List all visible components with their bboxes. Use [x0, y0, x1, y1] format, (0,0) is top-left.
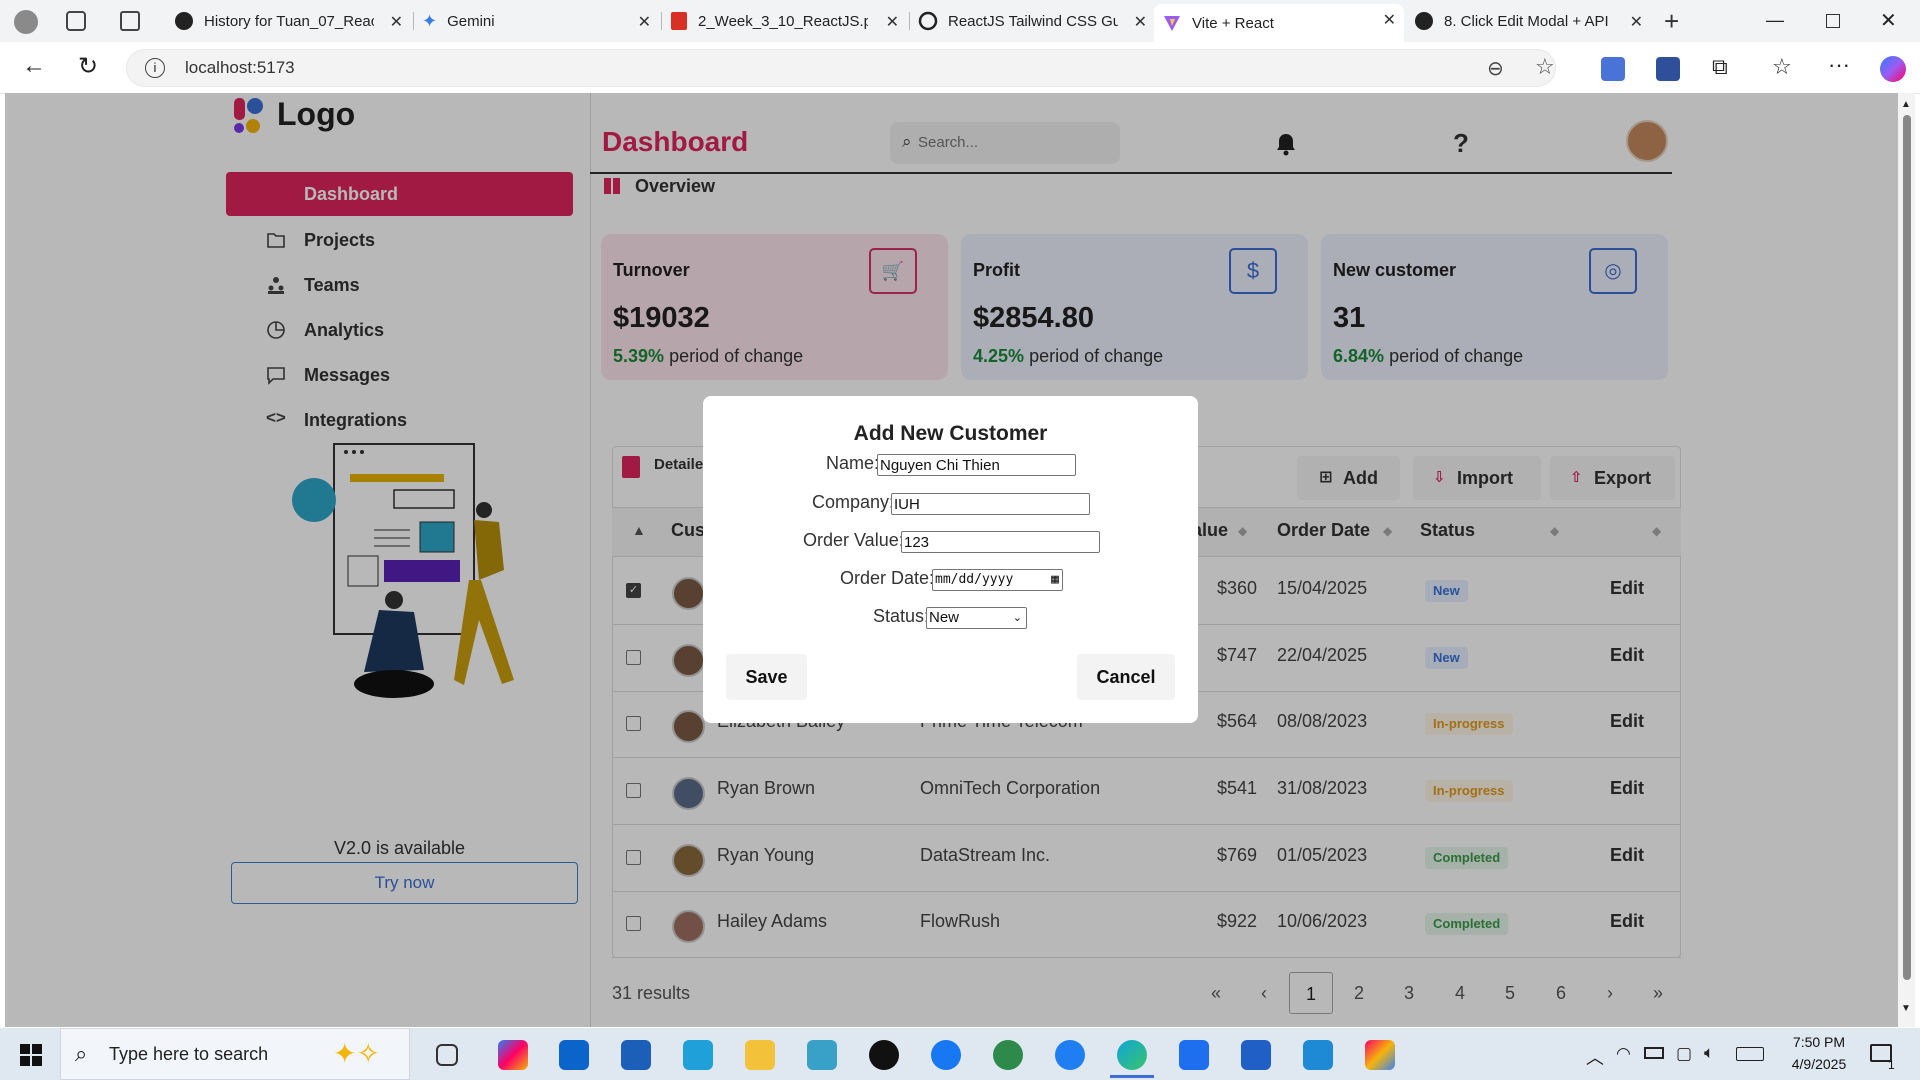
extension-icon[interactable] — [1656, 57, 1680, 81]
tab-actions-icon[interactable] — [120, 11, 140, 31]
more-menu-icon[interactable]: ··· — [1828, 52, 1850, 78]
store-icon[interactable] — [621, 1040, 651, 1070]
notification-count: 1 — [1888, 1058, 1895, 1072]
close-icon[interactable]: ✕ — [886, 12, 899, 32]
profile-icon[interactable] — [14, 10, 38, 34]
close-icon[interactable]: ✕ — [1630, 12, 1643, 32]
taskbar-search-placeholder: Type here to search — [109, 1044, 269, 1064]
gemini-icon: ✦ — [422, 10, 438, 31]
tab-title: History for Tuan_07_React — [204, 12, 374, 30]
sparkle-icon: ✦✧ — [333, 1038, 380, 1069]
company-label: Company: — [812, 492, 895, 512]
tab-chatgpt[interactable]: ReactJS Tailwind CSS Guid ✕ — [910, 6, 1155, 36]
tray-chevron-icon[interactable]: ︿ — [1586, 1044, 1604, 1070]
edge-icon[interactable] — [1117, 1040, 1147, 1070]
scroll-up-icon[interactable]: ▲ — [1901, 99, 1911, 110]
back-icon[interactable]: ← — [22, 52, 46, 80]
outlook-icon[interactable] — [559, 1040, 589, 1070]
word-icon[interactable] — [1241, 1040, 1271, 1070]
task-view-icon[interactable] — [436, 1044, 458, 1066]
favorite-star-icon[interactable]: ☆ — [1535, 54, 1555, 80]
company-field[interactable] — [891, 493, 1090, 515]
tab-gemini[interactable]: ✦ Gemini ✕ — [414, 6, 659, 36]
save-button[interactable]: Save — [726, 654, 807, 700]
tab-vite-react[interactable]: Vite + React ✕ — [1154, 4, 1404, 42]
url-text[interactable]: localhost:5173 — [185, 58, 295, 78]
pdf-icon — [671, 12, 687, 30]
tab-title: Vite + React — [1192, 14, 1274, 32]
tab-history[interactable]: History for Tuan_07_React ✕ — [166, 6, 411, 36]
windows-start-icon[interactable] — [20, 1044, 42, 1066]
close-icon[interactable]: ✕ — [390, 12, 403, 32]
keyboard-icon[interactable] — [1736, 1047, 1764, 1061]
tab-title: 2_Week_3_10_ReactJS.pdf — [698, 12, 868, 30]
file-explorer-icon[interactable] — [745, 1040, 775, 1070]
clock-date[interactable]: 4/9/2025 — [1784, 1056, 1854, 1072]
facebook-icon[interactable] — [931, 1040, 961, 1070]
hs-app-icon[interactable] — [993, 1040, 1023, 1070]
url-bar[interactable]: i localhost:5173 ⊖ ☆ — [126, 49, 1556, 87]
close-icon[interactable]: ✕ — [638, 12, 651, 32]
github-icon — [1415, 12, 1433, 30]
scrollbar[interactable]: ▲ ▼ — [1898, 93, 1915, 1027]
teams-app-icon[interactable] — [683, 1040, 713, 1070]
order-value-field[interactable] — [901, 531, 1100, 553]
name-field[interactable] — [877, 454, 1076, 476]
minimize-icon[interactable]: — — [1766, 10, 1784, 31]
search-icon: ⌕ — [75, 1041, 88, 1066]
modal-title: Add New Customer — [853, 422, 1048, 445]
tiktok-icon[interactable] — [869, 1040, 899, 1070]
calendar-icon[interactable]: ▦ — [1051, 570, 1059, 590]
new-tab-icon[interactable]: + — [1664, 6, 1679, 37]
status-label: Status: — [873, 606, 930, 626]
refresh-icon[interactable]: ↻ — [78, 52, 98, 81]
tab-title: Gemini — [447, 12, 495, 30]
tab-title: 8. Click Edit Modal + API I — [1444, 12, 1614, 30]
status-select[interactable]: New ⌄ — [926, 607, 1027, 629]
info-icon[interactable]: i — [145, 58, 165, 78]
workspaces-icon[interactable] — [66, 11, 86, 31]
volume-icon[interactable]: 🔈︎ — [1704, 1043, 1714, 1063]
battery-icon[interactable] — [1644, 1047, 1664, 1059]
zoom-icon[interactable]: ⊖ — [1487, 56, 1504, 81]
close-window-icon[interactable]: ✕ — [1880, 8, 1897, 33]
snipping-icon[interactable] — [807, 1040, 837, 1070]
translate-icon[interactable] — [1601, 57, 1625, 81]
wifi-icon[interactable]: ◠ — [1616, 1044, 1631, 1064]
zalo-icon[interactable] — [1179, 1040, 1209, 1070]
order-date-placeholder: mm/dd/yyyy — [935, 572, 1014, 587]
copilot-icon[interactable] — [1880, 56, 1906, 82]
scroll-down-icon[interactable]: ▼ — [1901, 1003, 1911, 1014]
copilot-app-icon[interactable] — [498, 1040, 528, 1070]
order-date-field[interactable]: mm/dd/yyyy ▦ — [932, 569, 1063, 591]
openai-icon — [918, 11, 938, 31]
messenger-icon[interactable] — [1055, 1040, 1085, 1070]
taskbar-active-indicator — [1110, 1075, 1154, 1078]
close-icon[interactable]: ✕ — [1134, 12, 1147, 32]
tab-edit-modal[interactable]: 8. Click Edit Modal + API I ✕ — [1406, 6, 1651, 36]
cancel-button[interactable]: Cancel — [1077, 654, 1175, 700]
order-value-label: Order Value: — [803, 530, 904, 550]
restore-icon[interactable] — [1826, 14, 1840, 28]
add-customer-modal: Add New Customer Name: Company: Order Va… — [703, 396, 1198, 723]
app-icon[interactable] — [1365, 1040, 1395, 1070]
close-icon[interactable]: ✕ — [1383, 10, 1396, 30]
chevron-down-icon: ⌄ — [1012, 612, 1022, 624]
status-select-value: New — [929, 609, 960, 626]
github-icon — [175, 12, 193, 30]
browser-tab-bar: History for Tuan_07_React ✕ ✦ Gemini ✕ 2… — [0, 0, 1920, 42]
name-label: Name: — [826, 453, 880, 473]
scrollbar-thumb[interactable] — [1903, 115, 1911, 980]
favorites-icon[interactable]: ☆ — [1772, 54, 1792, 80]
vscode-icon[interactable] — [1303, 1040, 1333, 1070]
extensions-puzzle-icon[interactable]: ⧉ — [1712, 54, 1728, 80]
meet-icon[interactable]: ▢ — [1676, 1044, 1692, 1064]
vite-icon — [1164, 16, 1180, 31]
order-date-label: Order Date: — [840, 568, 935, 588]
taskbar-search[interactable]: ⌕ Type here to search ✦✧ — [60, 1028, 410, 1080]
tab-title: ReactJS Tailwind CSS Guid — [948, 12, 1118, 30]
clock-time[interactable]: 7:50 PM — [1784, 1034, 1854, 1050]
tab-pdf[interactable]: 2_Week_3_10_ReactJS.pdf ✕ — [662, 6, 907, 36]
